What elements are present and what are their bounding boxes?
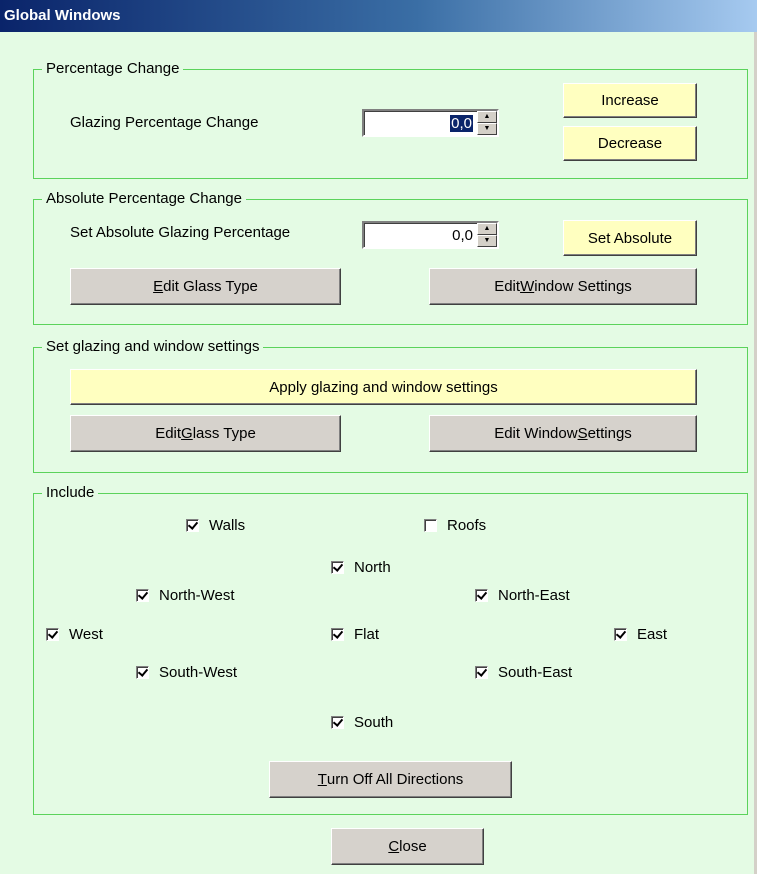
- north-checkbox[interactable]: North: [331, 559, 391, 576]
- edit-window-settings-label: Edit Window: [494, 425, 578, 442]
- walls-label: Walls: [209, 517, 246, 534]
- east-check-icon[interactable]: [614, 628, 627, 641]
- edit-window-settings-label-rest: ettings: [587, 425, 632, 442]
- south-label: South: [354, 714, 394, 731]
- absolute-glazing-percentage-value[interactable]: 0,0: [452, 227, 473, 244]
- north-east-label: North-East: [498, 587, 570, 604]
- turn-off-hotkey: T: [317, 771, 327, 788]
- south-checkbox[interactable]: South: [331, 714, 393, 731]
- glazing-window-settings-group: Set glazing and window settings Apply gl…: [33, 338, 748, 473]
- edit-glass-type-hotkey: E: [153, 278, 164, 295]
- north-east-check-icon[interactable]: [475, 589, 488, 602]
- north-west-check-icon[interactable]: [136, 589, 149, 602]
- south-west-checkbox[interactable]: South-West: [136, 664, 237, 681]
- absolute-percentage-change-group: Absolute Percentage Change Set Absolute …: [33, 190, 748, 325]
- glazing-percentage-change-value[interactable]: 0,0: [450, 115, 473, 132]
- edit-window-settings-button[interactable]: Edit Window Settings: [429, 268, 697, 305]
- south-west-check-icon[interactable]: [136, 666, 149, 679]
- turn-off-all-directions-button[interactable]: Turn Off All Directions: [269, 761, 512, 798]
- edit-window-settings-hotkey: W: [520, 278, 535, 295]
- north-west-checkbox[interactable]: North-West: [136, 587, 235, 604]
- percentage-change-legend: Percentage Change: [42, 60, 184, 78]
- edit-glass-type-label-rest: dit Glass Type: [163, 278, 258, 295]
- window-title: Global Windows: [4, 7, 121, 24]
- roofs-label: Roofs: [447, 517, 487, 534]
- south-east-check-icon[interactable]: [475, 666, 488, 679]
- north-check-icon[interactable]: [331, 561, 344, 574]
- apply-glazing-window-settings-button[interactable]: Apply glazing and window settings: [70, 369, 697, 405]
- flat-checkbox[interactable]: Flat: [331, 626, 379, 643]
- close-label: lose: [399, 838, 427, 855]
- glazing-percentage-change-spinner[interactable]: 0,0 ▲ ▼: [362, 109, 499, 137]
- north-label: North: [354, 559, 391, 576]
- north-east-checkbox[interactable]: North-East: [475, 587, 570, 604]
- set-absolute-glazing-percentage-label: Set Absolute Glazing Percentage: [70, 224, 291, 241]
- close-button[interactable]: Close: [331, 828, 484, 865]
- edit-glass-type-button-2[interactable]: Edit Glass Type: [70, 415, 341, 452]
- edit-glass-type-label: Edit: [155, 425, 182, 442]
- edit-window-settings-hotkey: S: [577, 425, 588, 442]
- edit-window-settings-button-2[interactable]: Edit Window Settings: [429, 415, 697, 452]
- absolute-percentage-change-legend: Absolute Percentage Change: [42, 190, 246, 208]
- edit-glass-type-label-rest: lass Type: [192, 425, 256, 442]
- increase-button[interactable]: Increase: [563, 83, 697, 118]
- walls-checkbox[interactable]: Walls: [186, 517, 245, 534]
- edit-window-settings-label-rest: indow Settings: [534, 278, 632, 295]
- close-hotkey: C: [388, 838, 400, 855]
- west-label: West: [69, 626, 103, 643]
- west-checkbox[interactable]: West: [46, 626, 103, 643]
- dialog-body: Percentage Change Glazing Percentage Cha…: [0, 32, 757, 874]
- east-checkbox[interactable]: East: [614, 626, 667, 643]
- east-label: East: [637, 626, 668, 643]
- walls-check-icon[interactable]: [186, 519, 199, 532]
- south-check-icon[interactable]: [331, 716, 344, 729]
- roofs-checkbox[interactable]: Roofs: [424, 517, 486, 534]
- title-bar: Global Windows: [0, 0, 757, 32]
- flat-label: Flat: [354, 626, 380, 643]
- percentage-change-group: Percentage Change Glazing Percentage Cha…: [33, 60, 748, 179]
- spin-up-icon[interactable]: ▲: [477, 111, 497, 123]
- spin-down-icon[interactable]: ▼: [477, 235, 497, 247]
- spin-up-icon[interactable]: ▲: [477, 223, 497, 235]
- edit-window-settings-label: Edit: [494, 278, 521, 295]
- glazing-window-settings-legend: Set glazing and window settings: [42, 338, 264, 356]
- set-absolute-button[interactable]: Set Absolute: [563, 220, 697, 256]
- flat-check-icon[interactable]: [331, 628, 344, 641]
- turn-off-label: urn Off All Directions: [326, 771, 464, 788]
- south-west-label: South-West: [159, 664, 238, 681]
- absolute-glazing-percentage-spinner[interactable]: 0,0 ▲ ▼: [362, 221, 499, 249]
- decrease-button[interactable]: Decrease: [563, 126, 697, 161]
- north-west-label: North-West: [159, 587, 235, 604]
- include-legend: Include: [42, 484, 99, 502]
- edit-glass-type-hotkey: G: [181, 425, 193, 442]
- south-east-checkbox[interactable]: South-East: [475, 664, 572, 681]
- south-east-label: South-East: [498, 664, 573, 681]
- spin-down-icon[interactable]: ▼: [477, 123, 497, 135]
- include-group: Include Walls Roofs North North-West Nor…: [33, 484, 748, 815]
- edit-glass-type-button[interactable]: Edit Glass Type: [70, 268, 341, 305]
- roofs-check-icon[interactable]: [424, 519, 437, 532]
- glazing-percentage-change-label: Glazing Percentage Change: [70, 114, 259, 131]
- west-check-icon[interactable]: [46, 628, 59, 641]
